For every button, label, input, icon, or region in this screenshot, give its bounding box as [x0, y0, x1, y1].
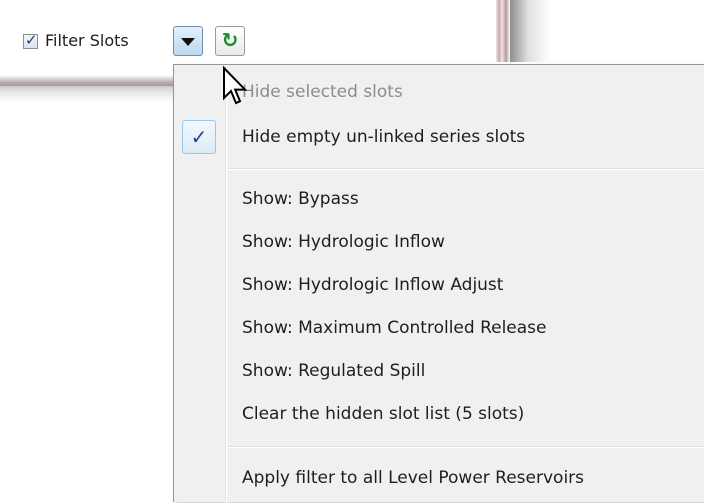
splitter-line	[0, 84, 176, 86]
filter-options-menu: Hide selected slots ✓ Hide empty un-link…	[173, 64, 704, 503]
filter-slots-checkbox[interactable]: ✓	[23, 31, 38, 49]
checkmark-icon: ✓	[182, 120, 216, 154]
menu-item-show-maximum-controlled-release[interactable]: Show: Maximum Controlled Release	[242, 318, 547, 338]
filter-options-dropdown-button[interactable]	[173, 26, 203, 56]
menu-gutter-highlight	[226, 65, 227, 503]
menu-item-show-hydrologic-inflow-adjust[interactable]: Show: Hydrologic Inflow Adjust	[242, 275, 503, 295]
splitter-shadow	[510, 0, 550, 62]
menu-item-apply-filter-to-all-level-power-reservoirs[interactable]: Apply filter to all Level Power Reservoi…	[242, 468, 584, 488]
menu-separator	[229, 446, 704, 448]
refresh-button[interactable]: ↻	[215, 26, 245, 56]
menu-separator	[229, 168, 704, 170]
menu-item-show-bypass[interactable]: Show: Bypass	[242, 189, 359, 209]
menu-item-hide-selected-slots[interactable]: Hide selected slots	[242, 82, 403, 102]
vertical-splitter[interactable]	[496, 0, 510, 62]
refresh-icon: ↻	[221, 28, 239, 52]
chevron-down-icon	[181, 38, 195, 46]
menu-item-show-regulated-spill[interactable]: Show: Regulated Spill	[242, 361, 425, 381]
menu-item-show-hydrologic-inflow[interactable]: Show: Hydrologic Inflow	[242, 232, 445, 252]
horizontal-splitter[interactable]	[0, 75, 176, 103]
menu-item-clear-hidden-slot-list[interactable]: Clear the hidden slot list (5 slots)	[242, 404, 524, 424]
filter-slots-label: Filter Slots	[45, 31, 129, 50]
mouse-pointer-icon	[223, 66, 248, 105]
menu-item-hide-empty-unlinked-series-slots[interactable]: Hide empty un-linked series slots	[242, 127, 525, 147]
checkmark-icon: ✓	[25, 31, 38, 49]
